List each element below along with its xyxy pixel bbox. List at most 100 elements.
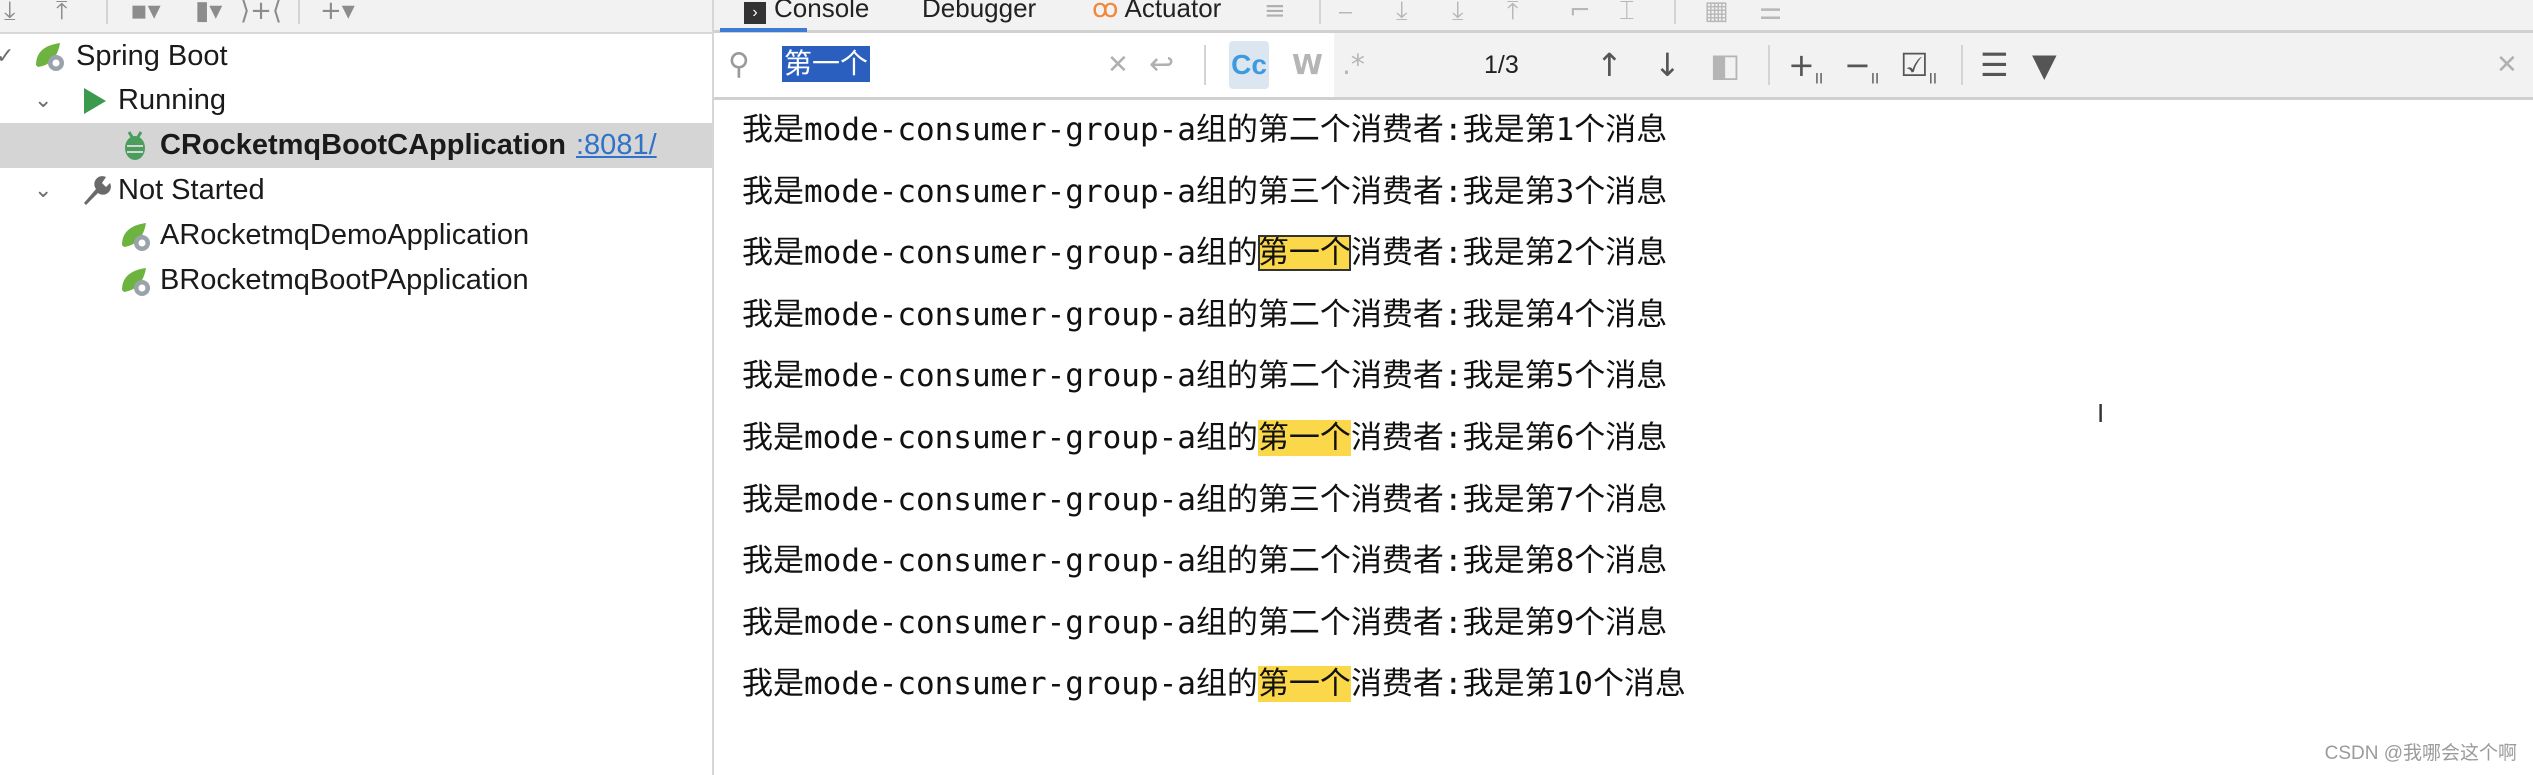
tab-debugger[interactable]: Debugger	[922, 0, 1036, 26]
chevron-down-icon[interactable]: ⌄	[34, 178, 52, 203]
search-match-highlight: 第一个	[1257, 235, 1351, 272]
line-num: 9	[1555, 604, 1575, 641]
select-all-occurrences-icon[interactable]: ◧	[1710, 33, 1740, 97]
console-output[interactable]: 我是mode-consumer-group-a组的第二个消费者:我是第1个消息我…	[714, 100, 2533, 775]
line-num: 2	[1555, 235, 1575, 272]
evaluate-icon[interactable]: ▦	[1704, 0, 1729, 30]
line-msg1: 我是第	[1462, 481, 1556, 518]
line-colon: :	[1443, 112, 1463, 148]
line-ordinal: 第二个	[1257, 112, 1351, 148]
menu-icon[interactable]: ≡	[1264, 0, 1286, 30]
line-group: mode-consumer-group-a	[804, 173, 1196, 210]
app-name: CRocketmqBootCApplication	[160, 129, 566, 161]
tree-item-label: ARocketmqDemoApplication	[160, 219, 530, 251]
line-prefix: 我是	[742, 481, 804, 518]
line-msg2: 个消息	[1574, 420, 1668, 456]
add-service-icon[interactable]: +▾	[320, 0, 355, 30]
new-line-icon[interactable]: ↩	[1149, 33, 1174, 97]
line-num: 6	[1555, 420, 1575, 456]
active-tab-indicator	[720, 28, 807, 32]
drop-frame-icon[interactable]: ⌐	[1569, 0, 1591, 30]
line-colon: :	[1443, 543, 1463, 580]
tab-actuator[interactable]: ꝏ Actuator	[1092, 0, 1221, 26]
toolbar-separator	[1319, 0, 1321, 24]
console-line: 我是mode-consumer-group-a组的第三个消费者:我是第3个消息	[742, 168, 1667, 216]
line-group: mode-consumer-group-a	[804, 420, 1196, 456]
match-case-toggle[interactable]: Cc	[1229, 41, 1269, 89]
tree-item-label: Spring Boot	[76, 40, 228, 72]
line-mid: 组的	[1195, 235, 1258, 272]
line-colon: :	[1443, 173, 1463, 210]
line-mid: 组的	[1195, 420, 1258, 456]
tree-item-crocketmq-app[interactable]: CRocketmqBootCApplication :8081/	[0, 123, 712, 168]
line-msg1: 我是第	[1462, 296, 1556, 333]
line-num: 4	[1555, 296, 1575, 333]
line-prefix: 我是	[742, 543, 804, 580]
console-line: 我是mode-consumer-group-a组的第三个消费者:我是第7个消息	[742, 476, 1667, 524]
tree-item-spring-boot[interactable]: ✓ Spring Boot	[0, 34, 712, 79]
chevron-down-icon[interactable]: ⌄	[34, 88, 52, 113]
line-ordinal: 第二个	[1257, 296, 1351, 333]
wrench-icon	[78, 173, 112, 207]
line-msg1: 我是第	[1462, 358, 1556, 395]
line-colon: :	[1443, 666, 1463, 703]
run-to-cursor-icon[interactable]: ⌶	[1619, 0, 1635, 30]
line-msg1: 我是第	[1462, 173, 1556, 210]
expand-all-icon[interactable]: ⤓	[4, 0, 16, 30]
force-step-into-icon[interactable]: ⤓	[1452, 0, 1464, 30]
line-colon: :	[1443, 481, 1463, 518]
tab-console[interactable]: › Console	[744, 0, 869, 26]
line-colon: :	[1443, 420, 1463, 456]
filter-icon[interactable]: ▼	[2032, 33, 2057, 97]
search-field[interactable]: ⚲ 第一个 ✕ ↩ Cc W .*	[714, 33, 1365, 97]
search-input[interactable]: 第一个	[782, 46, 871, 82]
line-num: 10	[1555, 666, 1593, 703]
words-toggle[interactable]: W	[1292, 33, 1323, 97]
line-ordinal: 第三个	[1257, 173, 1351, 210]
line-suffix: 消费者	[1350, 543, 1444, 580]
port-link[interactable]: :8081/	[576, 129, 657, 161]
line-num: 5	[1555, 358, 1575, 395]
toolbar-separator	[106, 0, 108, 24]
search-separator	[1961, 45, 1963, 85]
search-icon[interactable]: ⚲	[728, 33, 750, 97]
collapse-all-icon[interactable]: ⤒	[56, 0, 68, 30]
line-ordinal: 第二个	[1257, 543, 1351, 580]
next-match-icon[interactable]: ↓	[1654, 33, 1681, 97]
line-msg1: 我是第	[1462, 112, 1556, 148]
line-prefix: 我是	[742, 235, 804, 272]
filter-type-icon[interactable]: ▮▾	[195, 0, 222, 30]
tree-item-label: CRocketmqBootCApplication :8081/	[160, 129, 657, 162]
line-msg2: 个消息	[1592, 666, 1686, 703]
tree-item-not-started[interactable]: ⌄ Not Started	[0, 168, 712, 213]
previous-match-icon[interactable]: ↑	[1596, 33, 1623, 97]
line-msg1: 我是第	[1462, 543, 1556, 580]
tree-item-brocketmq-app[interactable]: BRocketmqBootPApplication	[0, 258, 712, 303]
line-msg2: 个消息	[1574, 235, 1668, 272]
tree-item-running[interactable]: ⌄ Running	[0, 78, 712, 123]
search-separator	[1204, 45, 1206, 85]
line-mid: 组的	[1195, 604, 1258, 641]
step-over-icon[interactable]: ⎯	[1339, 0, 1352, 30]
services-toolbar: ⤓ ⤒ ▪▾ ▮▾ ⟩+⟨ +▾	[0, 0, 712, 34]
chevron-down-icon[interactable]: ✓	[0, 44, 14, 69]
tree-item-arocketmq-app[interactable]: ARocketmqDemoApplication	[0, 213, 712, 258]
line-suffix: 消费者	[1350, 358, 1444, 395]
trace-icon[interactable]: ⚌	[1759, 0, 1782, 30]
step-out-icon[interactable]: ⤒	[1507, 0, 1519, 30]
close-search-icon[interactable]: ✕	[2496, 33, 2518, 97]
filter-lines-icon[interactable]: ☰	[1980, 33, 2009, 97]
regex-toggle[interactable]: .*	[1342, 33, 1365, 97]
console-line: 我是mode-consumer-group-a组的第二个消费者:我是第1个消息	[742, 106, 1667, 154]
group-by-icon[interactable]: ▪▾	[130, 0, 161, 30]
line-group: mode-consumer-group-a	[804, 481, 1196, 518]
line-mid: 组的	[1195, 481, 1258, 518]
watermark: CSDN @我哪会这个啊	[2324, 743, 2517, 764]
console-line: 我是mode-consumer-group-a组的第二个消费者:我是第5个消息	[742, 352, 1667, 400]
new-service-icon[interactable]: ⟩+⟨	[240, 0, 282, 30]
tree-item-label: Running	[118, 84, 227, 116]
console-line: 我是mode-consumer-group-a组的第二个消费者:我是第4个消息	[742, 291, 1667, 339]
spring-boot-icon	[118, 264, 152, 298]
step-into-icon[interactable]: ⤓	[1396, 0, 1408, 30]
clear-search-icon[interactable]: ✕	[1107, 33, 1129, 97]
